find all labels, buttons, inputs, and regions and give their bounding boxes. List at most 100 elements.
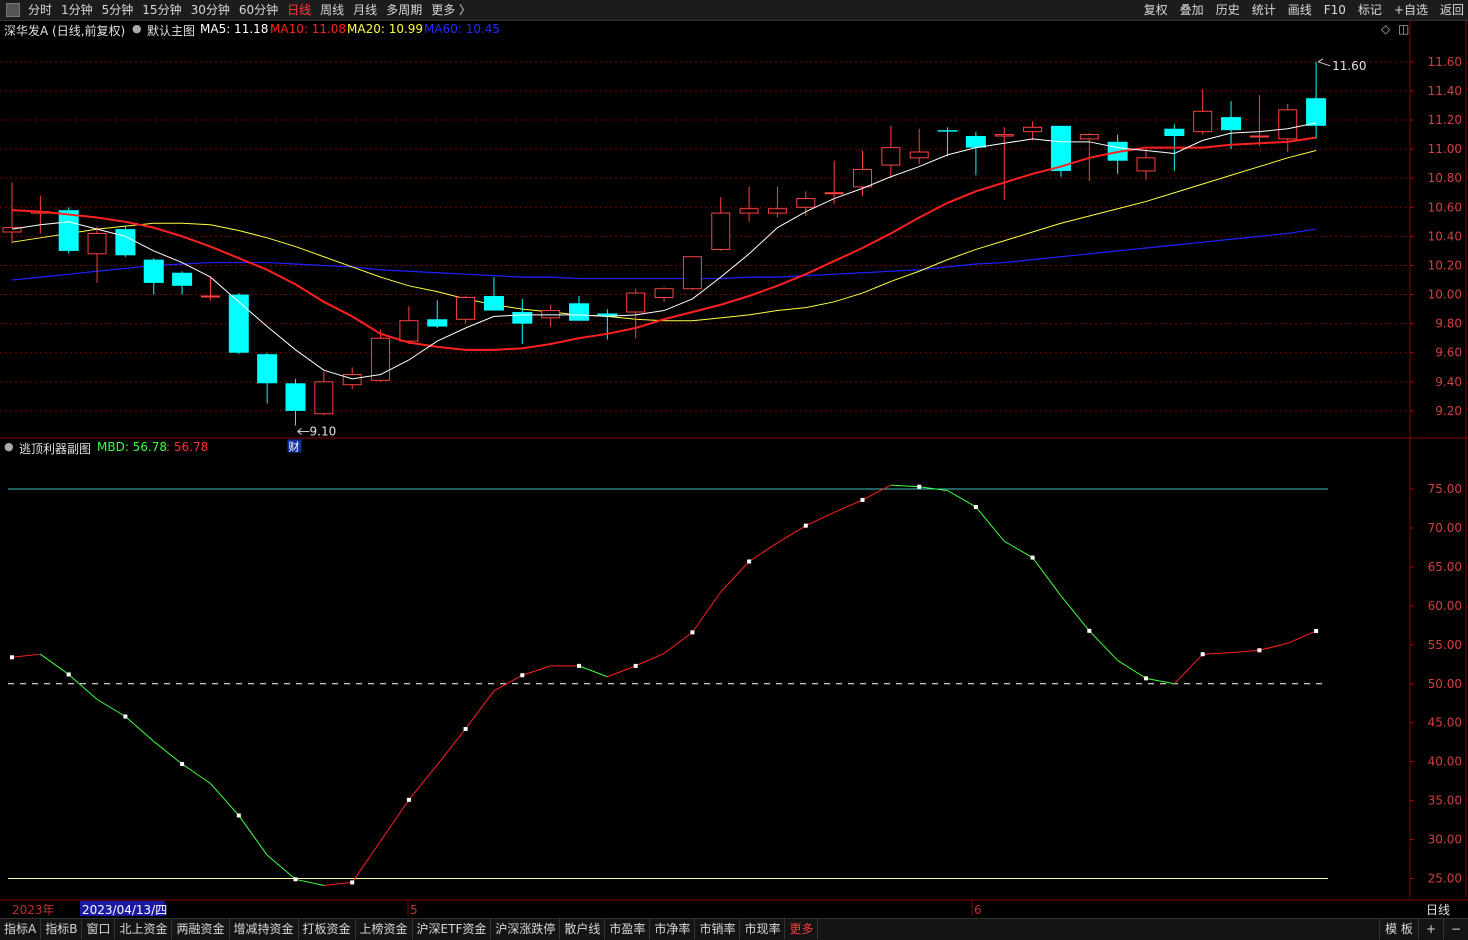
- toolbar-button-0[interactable]: 复权: [1144, 2, 1168, 18]
- mbd-segment: [1202, 652, 1232, 655]
- mbd-point: [747, 559, 752, 564]
- candle-body: [257, 354, 278, 384]
- sub-tick-label: 65.00: [1428, 560, 1462, 574]
- mbd-segment: [210, 783, 240, 816]
- period-tab-5[interactable]: 60分钟: [239, 2, 278, 18]
- bottom-right-buttons: 模 板 + −: [1379, 919, 1468, 939]
- period-tab-2[interactable]: 5分钟: [102, 2, 134, 18]
- candle-body: [1193, 110, 1213, 133]
- month-5-label: 5: [410, 903, 418, 917]
- mbd-point: [1030, 555, 1035, 560]
- candle-body: [483, 296, 504, 311]
- bottom-tab-15[interactable]: 更多: [785, 919, 819, 939]
- toolbar-button-3[interactable]: 统计: [1252, 2, 1276, 18]
- bottom-tab-2[interactable]: 窗口: [82, 919, 116, 939]
- mbd-point: [10, 655, 14, 660]
- toolbar-button-7[interactable]: +自选: [1394, 2, 1428, 18]
- mbd-segment: [11, 653, 41, 658]
- toolbar-button-4[interactable]: 画线: [1288, 2, 1312, 18]
- sub-tick-label: 40.00: [1428, 755, 1462, 769]
- bottom-tab-7[interactable]: 上榜资金: [356, 919, 413, 939]
- candle-body: [909, 151, 929, 159]
- period-tab-1[interactable]: 1分钟: [61, 2, 93, 18]
- indicator-tabs: 指标A 指标B 窗口 北上资金 两融资金 增减持资金 打板资金 上榜资金 沪深ETF资金 沪深涨跌…: [0, 919, 819, 939]
- sub-tick-label: 30.00: [1428, 833, 1462, 847]
- bottom-tab-5[interactable]: 增减持资金: [230, 919, 299, 939]
- price-tick-label: 10.20: [1428, 258, 1462, 272]
- bottom-tab-8[interactable]: 沪深ETF资金: [413, 919, 492, 939]
- period-tab-6[interactable]: 日线: [287, 2, 311, 18]
- period-tab-10[interactable]: 更多 〉: [431, 2, 471, 18]
- candle-body: [200, 295, 220, 298]
- mbd-point: [1200, 652, 1205, 657]
- candle-body: [1249, 135, 1269, 138]
- toolbar-button-8[interactable]: 返回: [1440, 2, 1464, 18]
- candle-body: [314, 381, 334, 415]
- bottom-tab-1[interactable]: 指标B: [41, 919, 83, 939]
- mbd-segment: [1004, 540, 1033, 559]
- mbd-segment: [351, 840, 381, 883]
- year-label: 2023年: [12, 903, 55, 917]
- candle-body: [626, 292, 646, 313]
- mbd-segment: [96, 698, 126, 717]
- mbd-segment: [1117, 659, 1147, 679]
- candle-body: [1079, 134, 1099, 140]
- toolbar-button-5[interactable]: F10: [1324, 2, 1346, 18]
- candle-body: [739, 208, 759, 214]
- candle-body: [569, 303, 589, 321]
- bottom-tab-14[interactable]: 市现率: [740, 919, 786, 939]
- bottom-tab-11[interactable]: 市盈率: [605, 919, 651, 939]
- time-axis: 2023年 2023/04/13/四 5 6 日线: [12, 900, 1450, 917]
- period-tab-7[interactable]: 周线: [320, 2, 344, 18]
- bottom-tab-4[interactable]: 两融资金: [172, 919, 230, 939]
- candle-body: [1278, 109, 1298, 140]
- bottom-tab-0[interactable]: 指标A: [0, 919, 42, 939]
- top-toolbar: 分时 1分钟 5分钟 15分钟 30分钟 60分钟 日线 周线 月线 多周期 更多 〉 复权 叠加 历史…: [0, 0, 1468, 21]
- mbd-point: [860, 497, 865, 502]
- period-tab-8[interactable]: 月线: [353, 2, 377, 18]
- mbd-segment: [522, 665, 551, 676]
- mbd-segment: [295, 878, 324, 887]
- candle-body: [456, 296, 476, 320]
- toolbar-button-2[interactable]: 历史: [1216, 2, 1240, 18]
- mbd-segment: [805, 511, 835, 527]
- mbd-segment: [493, 674, 523, 692]
- kline-chart-area[interactable]: 11.60 9.10 财 11.60 11.40 11.20 11.00 10.80 10.6…: [0, 20, 1468, 918]
- bottom-tab-12[interactable]: 市净率: [650, 919, 696, 939]
- template-button[interactable]: 模 板: [1379, 919, 1418, 939]
- zoom-in-button[interactable]: +: [1418, 919, 1443, 939]
- mbd-segment: [238, 815, 268, 856]
- zoom-out-button[interactable]: −: [1443, 919, 1468, 939]
- candle-body: [58, 210, 79, 251]
- low-marker-arrow: [297, 428, 310, 435]
- toolbar-button-1[interactable]: 叠加: [1180, 2, 1204, 18]
- mbd-point: [633, 663, 638, 668]
- mbd-point: [1087, 628, 1092, 633]
- candle-body: [427, 319, 448, 327]
- high-marker-arrow: [1317, 58, 1331, 67]
- mbd-segment: [266, 854, 296, 880]
- price-tick-label: 9.80: [1435, 317, 1462, 331]
- mbd-segment: [1060, 595, 1090, 632]
- bottom-tab-9[interactable]: 沪深涨跌停: [491, 919, 561, 939]
- candle-body: [711, 212, 731, 250]
- mbd-segment: [720, 561, 750, 593]
- bottom-tab-10[interactable]: 散户线: [560, 919, 606, 939]
- period-tab-0[interactable]: 分时: [28, 2, 52, 18]
- candle-body: [1136, 157, 1156, 172]
- mbd-point: [690, 630, 695, 635]
- mbd-segment: [380, 799, 410, 842]
- mbd-segment: [607, 665, 636, 678]
- bottom-tab-3[interactable]: 北上资金: [115, 919, 173, 939]
- period-tab-3[interactable]: 15分钟: [142, 2, 181, 18]
- bottom-tab-13[interactable]: 市销率: [695, 919, 741, 939]
- mbd-point: [577, 663, 581, 668]
- mbd-segment: [947, 490, 977, 508]
- period-tab-4[interactable]: 30分钟: [191, 2, 230, 18]
- period-tab-9[interactable]: 多周期: [386, 2, 422, 18]
- mbd-point: [803, 523, 808, 528]
- menu-icon[interactable]: [6, 3, 20, 17]
- bottom-tab-6[interactable]: 打板资金: [299, 919, 356, 939]
- candle-body: [512, 312, 533, 324]
- toolbar-button-6[interactable]: 标记: [1358, 2, 1382, 18]
